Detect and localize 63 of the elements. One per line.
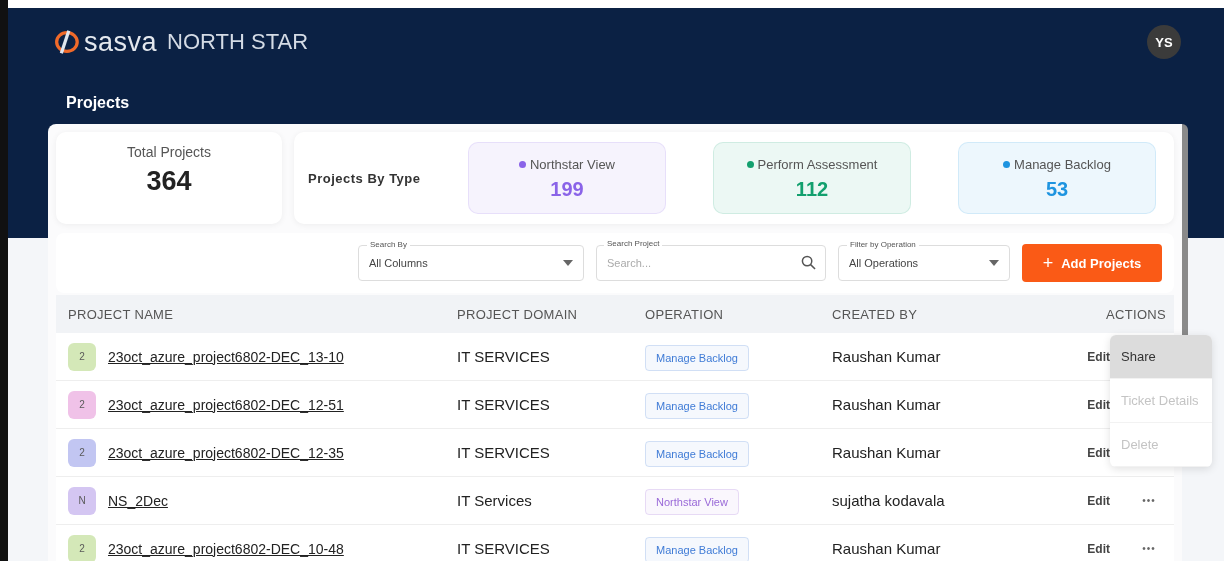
table-cell-text: Raushan Kumar	[832, 396, 942, 413]
project-link[interactable]: 23oct_azure_project6802-DEC_10-48	[108, 540, 344, 557]
field-value: All Columns	[369, 257, 429, 269]
column-header: OPERATION	[645, 306, 725, 322]
caret-icon	[989, 260, 999, 266]
operation-tag: Manage Backlog	[645, 344, 749, 371]
type-heading: Projects By Type	[308, 170, 422, 186]
product-name: NORTH STAR	[167, 29, 309, 55]
search-icon	[801, 255, 816, 270]
type-label: Manage Backlog	[1014, 157, 1111, 172]
project-avatar: 2	[68, 438, 96, 467]
more-button[interactable]: •••	[1132, 495, 1166, 506]
column-header: PROJECT DOMAIN	[457, 306, 579, 322]
logo-icon	[55, 30, 79, 54]
type-card[interactable]: Manage Backlog 53	[958, 142, 1156, 214]
edit-link[interactable]: Edit	[1087, 493, 1110, 508]
type-count: 53	[1045, 178, 1069, 201]
table-cell-text: IT Services	[457, 492, 533, 509]
project-avatar: 2	[68, 534, 96, 561]
table-cell-text: IT SERVICES	[457, 444, 551, 461]
edit-link[interactable]: Edit	[1087, 349, 1110, 364]
project-link[interactable]: 23oct_azure_project6802-DEC_12-35	[108, 444, 344, 461]
column-header: CREATED BY	[832, 306, 919, 322]
type-label: Northstar View	[530, 157, 615, 172]
table-cell-text: Raushan Kumar	[832, 540, 942, 557]
edit-link[interactable]: Edit	[1087, 541, 1110, 556]
table-cell-text: IT SERVICES	[457, 396, 551, 413]
project-avatar: 2	[68, 342, 96, 371]
more-button[interactable]: •••	[1132, 543, 1166, 554]
project-link[interactable]: 23oct_azure_project6802-DEC_13-10	[108, 348, 344, 365]
table-cell-text: Raushan Kumar	[832, 444, 942, 461]
operation-tag: Northstar View	[645, 488, 739, 515]
field-value: All Operations	[849, 257, 920, 269]
operation-tag: Manage Backlog	[645, 536, 749, 561]
table-cell-text: Raushan Kumar	[832, 348, 942, 365]
type-card[interactable]: Perform Assessment 112	[713, 142, 911, 214]
type-count: 199	[550, 178, 584, 201]
edit-link[interactable]: Edit	[1087, 397, 1110, 412]
project-avatar: N	[68, 486, 96, 515]
project-link[interactable]: NS_2Dec	[108, 492, 168, 509]
column-header: PROJECT NAME	[68, 306, 175, 322]
field-label: Filter by Operation	[847, 240, 919, 249]
operation-tag: Manage Backlog	[645, 440, 749, 467]
field-label: Search By	[367, 240, 410, 249]
type-card[interactable]: Northstar View 199	[468, 142, 666, 214]
total-label: Total Projects	[126, 144, 211, 160]
table-cell-text: IT SERVICES	[457, 540, 551, 557]
project-link[interactable]: 23oct_azure_project6802-DEC_12-51	[108, 396, 344, 413]
menu-item[interactable]: Share	[1110, 335, 1212, 379]
caret-icon	[563, 260, 573, 266]
type-count: 112	[795, 178, 829, 201]
field-label: Search Project	[604, 239, 663, 248]
table-cell-text: sujatha kodavala	[832, 492, 946, 509]
edit-link[interactable]: Edit	[1087, 445, 1110, 460]
type-label: Perform Assessment	[757, 157, 878, 172]
table-cell-text: IT SERVICES	[457, 348, 551, 365]
page-title: Projects	[65, 93, 131, 113]
brand-name: sasva	[84, 26, 158, 58]
column-header: ACTIONS	[1105, 306, 1166, 322]
total-value: 364	[146, 166, 192, 197]
operation-tag: Manage Backlog	[645, 392, 749, 419]
project-avatar: 2	[68, 390, 96, 419]
user-avatar[interactable]: YS	[1147, 25, 1181, 59]
